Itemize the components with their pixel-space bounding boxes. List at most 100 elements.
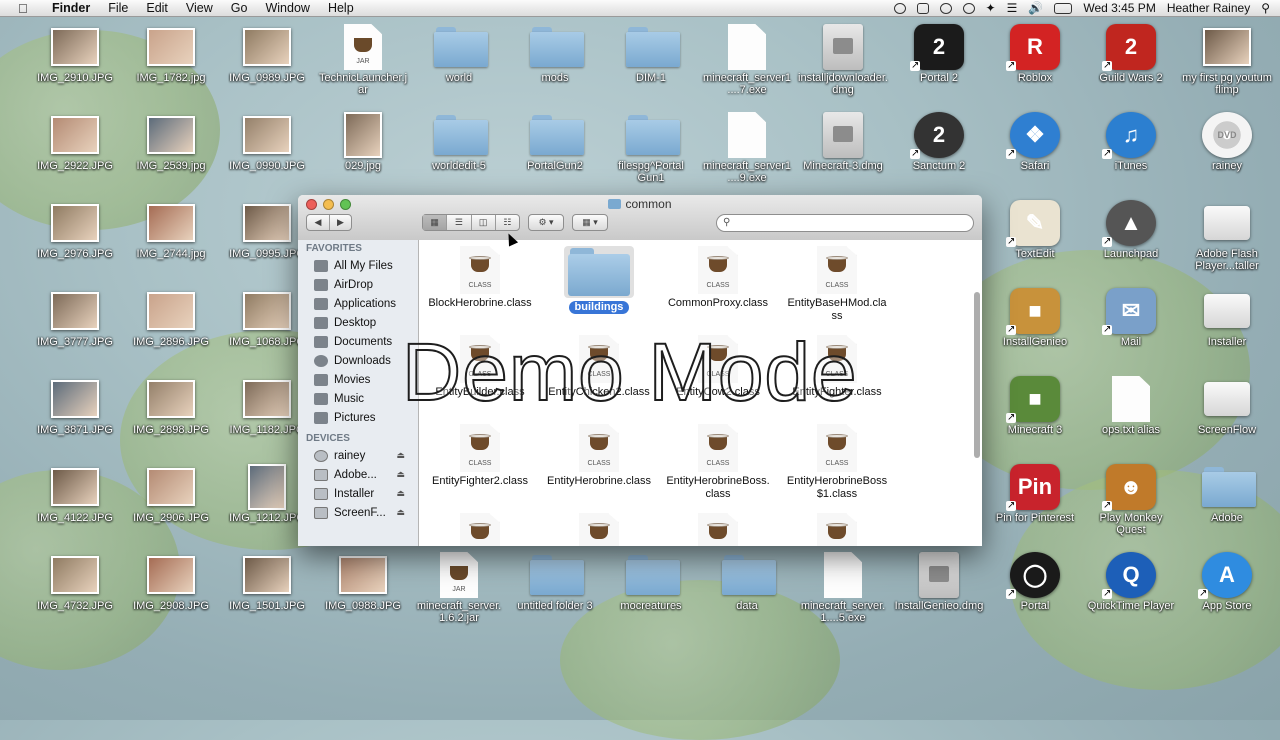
desktop-icon-img-2976-jpg[interactable]: IMG_2976.JPG <box>30 201 120 260</box>
file-item[interactable]: CLASS <box>782 513 892 546</box>
desktop-icon-img-2744-jpg[interactable]: IMG_2744.jpg <box>126 201 216 260</box>
display-menu-icon[interactable] <box>916 2 929 14</box>
file-item-commonproxy-class[interactable]: CLASS CommonProxy.class <box>663 246 773 310</box>
file-item-blockherobrine-class[interactable]: CLASS BlockHerobrine.class <box>425 246 535 310</box>
sidebar-device-adobe[interactable]: Adobe... ⏏ <box>298 465 418 484</box>
desktop-icon-itunes[interactable]: ♫ ↗ iTunes <box>1086 112 1176 172</box>
spotlight-icon[interactable]: ⚲ <box>1261 1 1270 15</box>
desktop-icon-pin-for-pinterest[interactable]: Pin ↗ Pin for Pinterest <box>990 464 1080 524</box>
desktop-icon-installer[interactable]: Installer <box>1182 289 1272 348</box>
sync-menu-icon[interactable] <box>939 2 952 14</box>
eject-icon[interactable]: ⏏ <box>396 450 405 461</box>
desktop-icon-img-2906-jpg[interactable]: IMG_2906.JPG <box>126 465 216 524</box>
desktop-icon-mocreatures[interactable]: mocreatures <box>606 553 696 612</box>
desktop-icon-my-first-pg-youtum-flimp[interactable]: my first pg youtum flimp <box>1182 25 1272 96</box>
desktop-icon-mail[interactable]: ✉ ↗ Mail <box>1086 288 1176 348</box>
desktop-icon-minecraft-3-dmg[interactable]: Minecraft-3.dmg <box>798 112 888 172</box>
menu-file[interactable]: File <box>99 1 137 15</box>
desktop-icon-img-4122-jpg[interactable]: IMG_4122.JPG <box>30 465 120 524</box>
desktop-icon-sanctum-2[interactable]: 2 ↗ Sanctum 2 <box>894 112 984 172</box>
desktop-icon-img-3871-jpg[interactable]: IMG_3871.JPG <box>30 377 120 436</box>
sidebar-item-downloads[interactable]: Downloads <box>298 351 418 370</box>
desktop-icon-play-monkey-quest[interactable]: ☻ ↗ Play Monkey Quest <box>1086 464 1176 536</box>
desktop-icon-data[interactable]: data <box>702 553 792 612</box>
desktop-icon-img-1501-jpg[interactable]: IMG_1501.JPG <box>222 553 312 612</box>
file-item-entityherobrineboss-1-class[interactable]: CLASS EntityHerobrineBoss$1.class <box>782 424 892 501</box>
menu-go[interactable]: Go <box>222 1 257 15</box>
file-item-entityfighter2-class[interactable]: CLASS EntityFighter2.class <box>425 424 535 488</box>
desktop-icon-ops-txt-alias[interactable]: ops.txt alias <box>1086 376 1176 436</box>
desktop-icon-img-0990-jpg[interactable]: IMG_0990.JPG <box>222 113 312 172</box>
back-button[interactable]: ◀ <box>307 215 330 230</box>
desktop-icon-world[interactable]: world <box>414 25 504 84</box>
desktop-icon-minecraft-3[interactable]: ■ ↗ Minecraft 3 <box>990 376 1080 436</box>
desktop-icon-adobe-flash-player-taller[interactable]: Adobe Flash Player...taller <box>1182 201 1272 272</box>
screenflow-menu-icon[interactable] <box>893 2 906 14</box>
desktop-icon-img-2910-jpg[interactable]: IMG_2910.JPG <box>30 25 120 84</box>
desktop-icon-screenflow[interactable]: ScreenFlow <box>1182 377 1272 436</box>
vertical-scrollbar[interactable] <box>974 292 980 458</box>
menu-clock[interactable]: Wed 3:45 PM <box>1083 1 1155 15</box>
sidebar-device-rainey[interactable]: rainey ⏏ <box>298 446 418 465</box>
time-machine-icon[interactable] <box>962 2 975 14</box>
file-item-buildings[interactable]: buildings <box>544 246 654 314</box>
finder-titlebar[interactable]: common ◀ ▶ ▦ ☰ ◫ ☷ ⚙ ▾ ▦ ▾ ⚲ <box>298 195 982 241</box>
file-item[interactable]: CLASS <box>663 513 773 546</box>
desktop-icon-img-2922-jpg[interactable]: IMG_2922.JPG <box>30 113 120 172</box>
file-item[interactable]: CLASS <box>544 513 654 546</box>
sidebar-item-all-my-files[interactable]: All My Files <box>298 256 418 275</box>
desktop-icon-portalgun2[interactable]: PortalGun2 <box>510 113 600 172</box>
desktop-icon-img-2896-jpg[interactable]: IMG_2896.JPG <box>126 289 216 348</box>
file-item-entitybasehmod-class[interactable]: CLASS EntityBaseHMod.class <box>782 246 892 323</box>
sidebar-device-installer[interactable]: Installer ⏏ <box>298 484 418 503</box>
desktop-icon-minecraft-server-1-6-2-jar[interactable]: JAR minecraft_server.1.6.2.jar <box>414 552 504 624</box>
desktop-icon-rainey[interactable]: DVD rainey <box>1182 112 1272 172</box>
sidebar-item-desktop[interactable]: Desktop <box>298 313 418 332</box>
sidebar-item-documents[interactable]: Documents <box>298 332 418 351</box>
menu-app-finder[interactable]: Finder <box>46 1 99 15</box>
desktop-icon-minecraft-server-1-5-exe[interactable]: minecraft_server.1....5.exe <box>798 552 888 624</box>
desktop-icon-029-jpg[interactable]: 029.jpg <box>318 112 408 172</box>
menu-edit[interactable]: Edit <box>137 1 177 15</box>
file-item-entityherobrine-class[interactable]: CLASS EntityHerobrine.class <box>544 424 654 488</box>
desktop-icon-installgenieo[interactable]: ■ ↗ InstallGenieo <box>990 288 1080 348</box>
coverflow-view-button[interactable]: ☷ <box>496 215 519 230</box>
desktop-icon-portal[interactable]: ◯ ↗ Portal <box>990 552 1080 612</box>
menu-view[interactable]: View <box>177 1 222 15</box>
desktop-icon-img-4732-jpg[interactable]: IMG_4732.JPG <box>30 553 120 612</box>
desktop-icon-textedit[interactable]: ✎ ↗ TextEdit <box>990 200 1080 260</box>
apple-menu-icon[interactable]:  <box>18 1 32 16</box>
desktop-icon-safari[interactable]: ❖ ↗ Safari <box>990 112 1080 172</box>
bluetooth-icon[interactable]: ✦ <box>986 1 996 15</box>
desktop-icon-guild-wars-2[interactable]: 2 ↗ Guild Wars 2 <box>1086 24 1176 84</box>
sidebar-device-screenf[interactable]: ScreenF... ⏏ <box>298 503 418 522</box>
desktop-icon-img-1782-jpg[interactable]: IMG_1782.jpg <box>126 25 216 84</box>
eject-icon[interactable]: ⏏ <box>396 507 405 518</box>
forward-button[interactable]: ▶ <box>330 215 351 230</box>
desktop-icon-installgenieo-dmg[interactable]: InstallGenieo.dmg <box>894 552 984 612</box>
sidebar-item-music[interactable]: Music <box>298 389 418 408</box>
desktop-icon-dim-1[interactable]: DIM-1 <box>606 25 696 84</box>
volume-icon[interactable]: 🔊 <box>1028 1 1043 15</box>
menu-window[interactable]: Window <box>256 1 318 15</box>
arrange-menu-button[interactable]: ▦ ▾ <box>572 214 608 231</box>
desktop-icon-filespg-portal-gun1[interactable]: filespg^Portal Gun1 <box>606 113 696 184</box>
desktop-icon-img-3777-jpg[interactable]: IMG_3777.JPG <box>30 289 120 348</box>
desktop-icon-app-store[interactable]: A ↗ App Store <box>1182 552 1272 612</box>
desktop-icon-portal-2[interactable]: 2 ↗ Portal 2 <box>894 24 984 84</box>
sidebar-item-applications[interactable]: Applications <box>298 294 418 313</box>
battery-icon[interactable] <box>1054 2 1073 14</box>
desktop-icon-img-0989-jpg[interactable]: IMG_0989.JPG <box>222 25 312 84</box>
desktop-icon-img-2908-jpg[interactable]: IMG_2908.JPG <box>126 553 216 612</box>
icon-view-button[interactable]: ▦ <box>423 215 448 230</box>
sidebar-item-pictures[interactable]: Pictures <box>298 408 418 427</box>
desktop-icon-roblox[interactable]: R ↗ Roblox <box>990 24 1080 84</box>
desktop-icon-img-2898-jpg[interactable]: IMG_2898.JPG <box>126 377 216 436</box>
file-item[interactable]: CLASS <box>425 513 535 546</box>
sidebar-item-movies[interactable]: Movies <box>298 370 418 389</box>
desktop-icon-untitled-folder-3[interactable]: untitled folder 3 <box>510 553 600 612</box>
desktop-icon-installjdownloader-dmg[interactable]: installjdownloader.dmg <box>798 24 888 96</box>
desktop-icon-worldedit-5[interactable]: worldedit-5 <box>414 113 504 172</box>
desktop-icon-mods[interactable]: mods <box>510 25 600 84</box>
desktop-icon-img-2539-jpg[interactable]: IMG_2539.jpg <box>126 113 216 172</box>
